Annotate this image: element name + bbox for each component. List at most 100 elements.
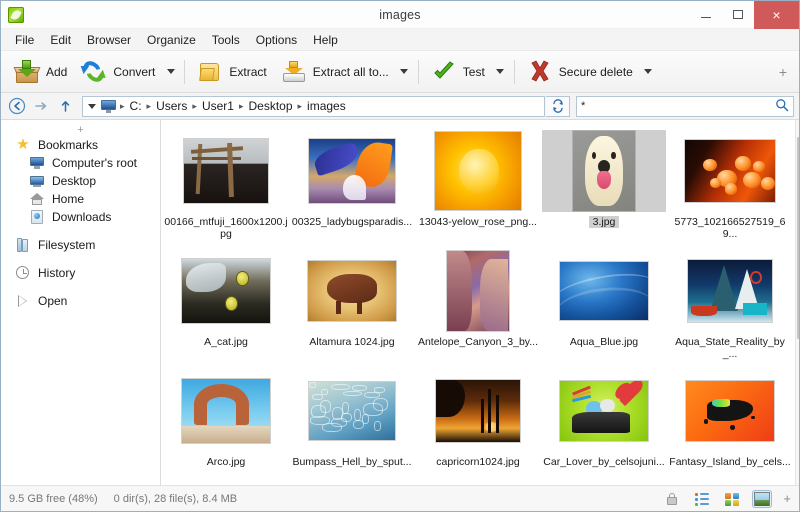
test-dropdown-arrow[interactable] xyxy=(492,55,509,89)
refresh-button[interactable] xyxy=(546,96,570,117)
breadcrumb-item-c[interactable]: C: xyxy=(127,99,145,113)
thumbnail-view-icon[interactable] xyxy=(753,491,771,507)
details-view-icon[interactable] xyxy=(723,491,741,507)
sidebar-item-label: Filesystem xyxy=(38,238,95,252)
file-thumbnail xyxy=(560,381,648,441)
file-thumbnail-container xyxy=(668,250,792,332)
file-name-label: Antelope_Canyon_3_by... xyxy=(415,336,541,348)
file-thumbnail xyxy=(685,140,775,202)
file-item[interactable]: 3.jpg xyxy=(541,126,667,246)
extract-all-dropdown-arrow[interactable] xyxy=(396,55,413,89)
sidebar-item-desktop[interactable]: Desktop xyxy=(1,172,160,190)
breadcrumb-item-desktop[interactable]: Desktop xyxy=(245,99,295,113)
scroll-track[interactable] xyxy=(796,137,799,468)
file-item[interactable]: 00325_ladybugsparadis... xyxy=(289,126,415,246)
breadcrumb-separator: ▸ xyxy=(146,102,153,111)
sidebar-item-open[interactable]: Open xyxy=(1,292,160,310)
toolbar: Add Convert Extract Extract all to... xyxy=(1,51,799,93)
file-thumbnail xyxy=(447,251,509,331)
scroll-thumb[interactable] xyxy=(797,137,799,339)
file-item[interactable]: Bumpass_Hell_by_sput... xyxy=(289,366,415,485)
menu-item-organize[interactable]: Organize xyxy=(139,30,204,50)
sidebar-item-computers-root[interactable]: Computer's root xyxy=(1,154,160,172)
menu-item-edit[interactable]: Edit xyxy=(42,30,79,50)
breadcrumb-separator: ▸ xyxy=(191,102,198,111)
convert-button-label: Convert xyxy=(113,65,155,79)
file-item[interactable]: 00166_mtfuji_1600x1200.jpg xyxy=(163,126,289,246)
file-item[interactable]: Fantasy_Island_by_cels... xyxy=(667,366,793,485)
secure-delete-button[interactable]: Secure delete xyxy=(520,55,640,89)
convert-button[interactable]: Convert xyxy=(74,55,162,89)
sidebar-item-label: Downloads xyxy=(52,210,111,224)
file-thumbnail xyxy=(686,381,774,441)
sidebar-spacer xyxy=(1,226,160,236)
extract-button[interactable]: Extract xyxy=(190,55,273,89)
sidebar-spacer xyxy=(1,282,160,292)
sidebar-item-history[interactable]: History xyxy=(1,264,160,282)
file-name-label: Fantasy_Island_by_cels... xyxy=(667,456,793,468)
file-thumbnail xyxy=(182,379,270,443)
toolbar-customize-plus[interactable]: + xyxy=(779,64,793,80)
toolbar-separator xyxy=(514,60,515,84)
sidebar-item-filesystem[interactable]: Filesystem xyxy=(1,236,160,254)
file-item[interactable]: Antelope_Canyon_3_by... xyxy=(415,246,541,366)
vertical-scrollbar[interactable] xyxy=(795,120,799,485)
menu-item-tools[interactable]: Tools xyxy=(204,30,248,50)
file-thumbnail-container xyxy=(542,130,666,212)
breadcrumb-item-users[interactable]: Users xyxy=(153,99,190,113)
scroll-up-button[interactable] xyxy=(796,120,799,137)
sidebar-item-label: Home xyxy=(52,192,84,206)
file-thumbnail xyxy=(309,139,395,203)
file-item[interactable]: Aqua_Blue.jpg xyxy=(541,246,667,366)
breadcrumb-dropdown-arrow[interactable] xyxy=(86,104,100,109)
file-list-area: 00166_mtfuji_1600x1200.jpg00325_ladybugs… xyxy=(161,120,799,485)
add-button[interactable]: Add xyxy=(7,55,74,89)
x-icon xyxy=(527,59,553,85)
breadcrumb-item-images[interactable]: images xyxy=(304,99,349,113)
lock-icon[interactable] xyxy=(663,491,681,507)
up-button[interactable] xyxy=(54,96,76,117)
title-bar: images × xyxy=(1,1,799,29)
file-manager-window: images × File Edit Browser Organize Tool… xyxy=(0,0,800,512)
secure-delete-dropdown-arrow[interactable] xyxy=(640,55,657,89)
breadcrumb-item-user1[interactable]: User1 xyxy=(199,99,237,113)
menu-item-help[interactable]: Help xyxy=(305,30,346,50)
test-button[interactable]: Test xyxy=(424,55,492,89)
file-item[interactable]: capricorn1024.jpg xyxy=(415,366,541,485)
sidebar-item-bookmarks[interactable]: ★ Bookmarks xyxy=(1,136,160,154)
file-name-label: Bumpass_Hell_by_sput... xyxy=(289,456,415,468)
convert-dropdown-arrow[interactable] xyxy=(162,55,179,89)
scroll-down-button[interactable] xyxy=(796,468,799,485)
file-item[interactable]: 5773_102166527519_69... xyxy=(667,126,793,246)
home-icon xyxy=(29,191,45,207)
search-input[interactable] xyxy=(581,100,772,112)
list-view-icon[interactable] xyxy=(693,491,711,507)
file-item[interactable]: 13043-yelow_rose_png... xyxy=(415,126,541,246)
file-name-label: Car_Lover_by_celsojuni... xyxy=(541,456,667,468)
status-bar: 9.5 GB free (48%) 0 dir(s), 28 file(s), … xyxy=(1,485,799,511)
extract-all-button[interactable]: Extract all to... xyxy=(274,55,396,89)
menu-item-options[interactable]: Options xyxy=(248,30,305,50)
sidebar-item-home[interactable]: Home xyxy=(1,190,160,208)
menu-item-file[interactable]: File xyxy=(7,30,42,50)
file-item[interactable]: Aqua_State_Reality_by_... xyxy=(667,246,793,366)
file-item[interactable]: A_cat.jpg xyxy=(163,246,289,366)
search-box[interactable] xyxy=(576,96,794,117)
breadcrumb[interactable]: ▸ C: ▸ Users ▸ User1 ▸ Desktop ▸ images xyxy=(82,96,545,117)
chevron-down-icon xyxy=(167,69,175,74)
status-bar-plus[interactable]: + xyxy=(783,491,791,506)
file-thumbnail-container xyxy=(164,130,288,212)
menu-item-browser[interactable]: Browser xyxy=(79,30,139,50)
sidebar-item-downloads[interactable]: Downloads xyxy=(1,208,160,226)
file-item[interactable]: Altamura 1024.jpg xyxy=(289,246,415,366)
file-name-label: 3.jpg xyxy=(589,216,620,228)
file-item[interactable]: Car_Lover_by_celsojuni... xyxy=(541,366,667,485)
monitor-icon xyxy=(29,155,45,171)
search-icon[interactable] xyxy=(772,98,789,115)
file-item[interactable]: Arco.jpg xyxy=(163,366,289,485)
back-button[interactable] xyxy=(6,96,28,117)
downloads-icon xyxy=(29,209,45,225)
file-name-label: 13043-yelow_rose_png... xyxy=(415,216,541,228)
sidebar-add-bookmark-plus[interactable]: + xyxy=(1,124,160,136)
forward-button[interactable] xyxy=(30,96,52,117)
